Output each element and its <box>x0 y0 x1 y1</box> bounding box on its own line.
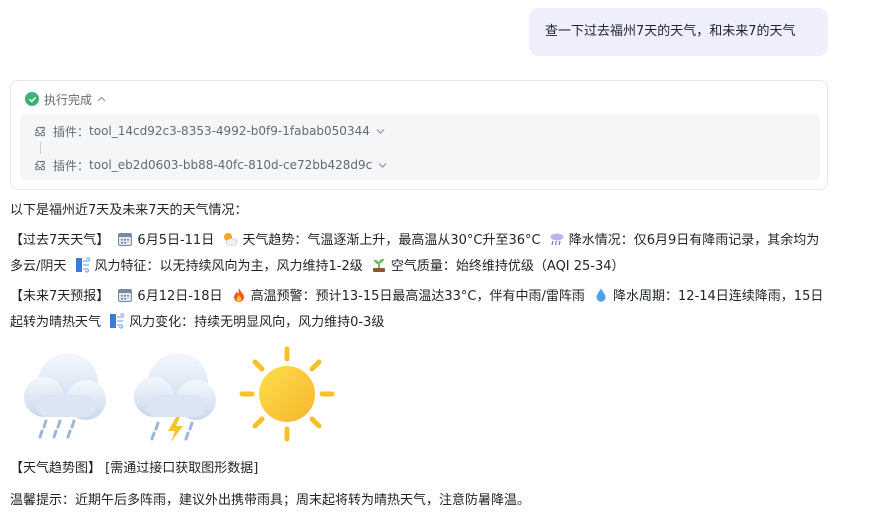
execution-status-label: 执行完成 <box>44 92 93 107</box>
future-wind: 风力变化：持续无明显风向，风力维持0-3级 <box>129 315 385 330</box>
future-weather-paragraph: 【未来7天预报】 6月12日-18日 高温预警：预计13-15日最高温达33°C… <box>10 284 825 336</box>
tool-connector-line <box>40 142 41 154</box>
past-trend: 天气趋势：气温逐渐上升，最高温从30°C升至36°C <box>242 233 541 248</box>
fire-icon <box>231 287 247 303</box>
calendar-icon <box>117 231 133 247</box>
rain-cloud-illustration-icon <box>24 353 106 439</box>
plugin-icon <box>34 159 47 172</box>
thunderstorm-illustration-icon <box>134 353 216 442</box>
calendar-icon <box>117 287 133 303</box>
chevron-up-icon <box>97 94 106 105</box>
future-heat: 高温预警：预计13-15日最高温达33°C，伴有中雨/雷阵雨 <box>250 289 585 304</box>
wind-icon <box>75 257 91 273</box>
past-air: 空气质量：始终维持优级（AQI 25-34） <box>390 259 625 274</box>
trend-chart-placeholder: 【天气趋势图】 [需通过接口获取图形数据] <box>10 461 259 476</box>
execution-card: 执行完成 插件： tool_14cd92c3-8353-4992-b0f9-1f… <box>10 80 828 190</box>
past-heading: 【过去7天天气】 <box>10 233 110 248</box>
tip-text: 温馨提示：近期午后多阵雨，建议外出携带雨具；周末起将转为晴热天气，注意防暑降温。 <box>10 493 531 508</box>
future-heading: 【未来7天预报】 <box>10 289 110 304</box>
user-message-text: 查一下过去福州7天的天气，和未来7的天气 <box>545 24 796 39</box>
execution-status-toggle[interactable]: 执行完成 <box>25 91 106 107</box>
user-message-bubble: 查一下过去福州7天的天气，和未来7的天气 <box>529 8 828 56</box>
wind-icon <box>109 313 125 329</box>
tool-call-item[interactable]: 插件： tool_14cd92c3-8353-4992-b0f9-1fabab0… <box>34 122 385 140</box>
seedling-icon <box>371 257 387 273</box>
tool-call-item[interactable]: 插件： tool_eb2d0603-bb88-40fc-810d-ce72bb4… <box>34 156 387 174</box>
tool-call-prefix: 插件： <box>53 124 90 139</box>
chevron-down-icon <box>378 160 387 171</box>
check-circle-icon <box>25 92 39 106</box>
sun-illustration-icon <box>239 346 335 442</box>
tool-calls-list: 插件： tool_14cd92c3-8353-4992-b0f9-1fabab0… <box>20 114 820 180</box>
response-intro: 以下是福州近7天及未来7天的天气情况： <box>10 203 248 218</box>
future-dates: 6月12日-18日 <box>137 289 223 304</box>
plugin-icon <box>34 125 47 138</box>
tool-call-id: tool_14cd92c3-8353-4992-b0f9-1fabab05034… <box>89 124 370 138</box>
chevron-down-icon <box>376 126 385 137</box>
past-wind: 风力特征：以无持续风向为主，风力维持1-2级 <box>94 259 363 274</box>
rain-cloud-icon <box>549 231 565 247</box>
past-dates: 6月5日-11日 <box>137 233 215 248</box>
tool-call-id: tool_eb2d0603-bb88-40fc-810d-ce72bb428d9… <box>89 158 373 172</box>
past-weather-paragraph: 【过去7天天气】 6月5日-11日 天气趋势：气温逐渐上升，最高温从30°C升至… <box>10 228 825 280</box>
droplet-icon <box>593 287 609 303</box>
tool-call-prefix: 插件： <box>53 158 90 173</box>
sun-behind-cloud-icon <box>222 231 238 247</box>
